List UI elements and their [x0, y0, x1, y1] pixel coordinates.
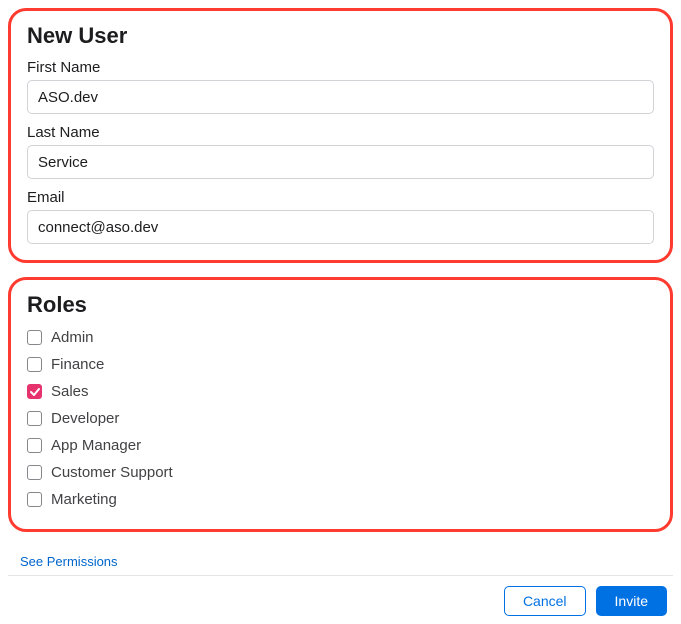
checkbox-checked-icon[interactable]	[27, 384, 42, 399]
first-name-label: First Name	[27, 59, 654, 76]
roles-panel: Roles Admin Finance Sales Developer App Mana…	[8, 277, 673, 532]
role-item[interactable]: Customer Support	[27, 459, 654, 486]
role-item[interactable]: Admin	[27, 324, 654, 351]
see-permissions-link[interactable]: See Permissions	[20, 554, 118, 569]
checkbox-icon[interactable]	[27, 330, 42, 345]
checkbox-icon[interactable]	[27, 492, 42, 507]
email-input[interactable]	[27, 210, 654, 244]
role-label: Finance	[51, 356, 104, 373]
roles-title: Roles	[27, 292, 654, 318]
role-item[interactable]: App Manager	[27, 432, 654, 459]
role-item[interactable]: Finance	[27, 351, 654, 378]
role-label: Marketing	[51, 491, 117, 508]
cancel-button[interactable]: Cancel	[504, 586, 586, 616]
checkbox-icon[interactable]	[27, 357, 42, 372]
role-item[interactable]: Marketing	[27, 486, 654, 513]
role-item[interactable]: Developer	[27, 405, 654, 432]
footer: Cancel Invite	[8, 575, 673, 616]
new-user-title: New User	[27, 23, 654, 49]
role-label: Admin	[51, 329, 94, 346]
email-label: Email	[27, 189, 654, 206]
last-name-label: Last Name	[27, 124, 654, 141]
checkbox-icon[interactable]	[27, 438, 42, 453]
role-label: Customer Support	[51, 464, 173, 481]
last-name-input[interactable]	[27, 145, 654, 179]
checkbox-icon[interactable]	[27, 465, 42, 480]
roles-list: Admin Finance Sales Developer App Manager Cus…	[27, 324, 654, 513]
role-label: App Manager	[51, 437, 141, 454]
invite-button[interactable]: Invite	[596, 586, 667, 616]
role-label: Developer	[51, 410, 119, 427]
role-label: Sales	[51, 383, 89, 400]
first-name-input[interactable]	[27, 80, 654, 114]
new-user-panel: New User First Name Last Name Email	[8, 8, 673, 263]
role-item[interactable]: Sales	[27, 378, 654, 405]
checkbox-icon[interactable]	[27, 411, 42, 426]
